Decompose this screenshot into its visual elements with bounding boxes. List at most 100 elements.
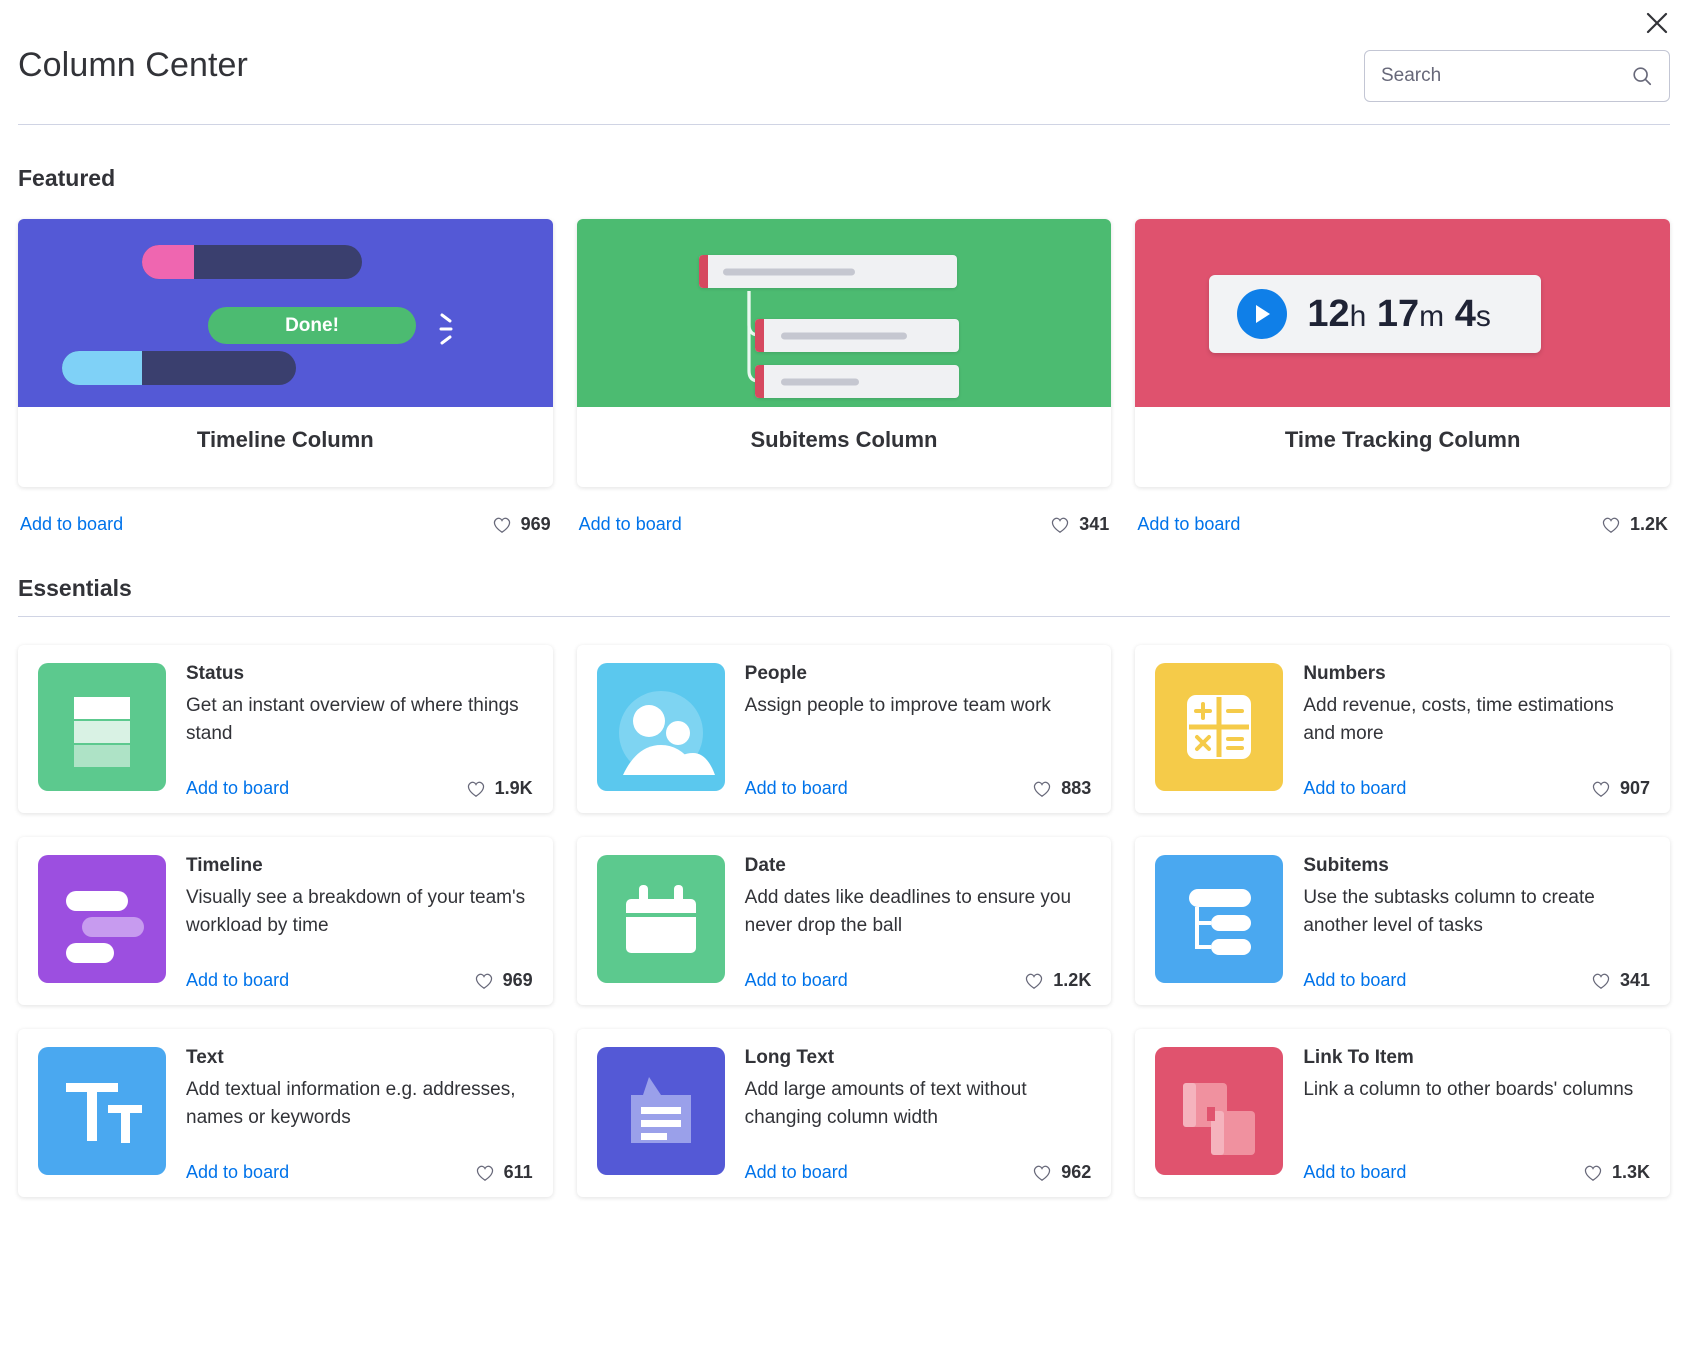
add-to-board-link[interactable]: Add to board	[186, 778, 289, 799]
essential-card-people[interactable]: People Assign people to improve team wor…	[577, 645, 1112, 813]
essential-card-body: Status Get an instant overview of where …	[186, 663, 533, 799]
essential-card-body: Timeline Visually see a breakdown of you…	[186, 855, 533, 991]
add-to-board-link[interactable]: Add to board	[1137, 514, 1240, 535]
essential-card-numbers[interactable]: Numbers Add revenue, costs, time estimat…	[1135, 645, 1670, 813]
page-title: Column Center	[18, 46, 248, 85]
add-to-board-link[interactable]: Add to board	[745, 778, 848, 799]
play-button-icon	[1237, 289, 1287, 339]
essential-card-title: Long Text	[745, 1047, 1092, 1070]
like-counter[interactable]: 1.2K	[1601, 514, 1668, 535]
like-count: 611	[504, 1162, 533, 1183]
essential-card-date[interactable]: Date Add dates like deadlines to ensure …	[577, 837, 1112, 1005]
heart-icon	[1032, 780, 1052, 798]
people-glyph	[597, 663, 725, 791]
featured-grid: Done! Timeline Column Add	[18, 219, 1670, 535]
column-center-modal: Column Center Featured	[0, 0, 1688, 1364]
essential-card-description: Visually see a breakdown of your team's …	[186, 884, 533, 968]
search-input[interactable]	[1381, 65, 1631, 87]
heart-icon	[1591, 780, 1611, 798]
like-count: 341	[1620, 970, 1650, 991]
timeline-icon	[38, 855, 166, 983]
essentials-section: Essentials Status Get an instant overvie…	[18, 575, 1670, 1197]
heart-icon	[1024, 972, 1044, 990]
essential-card-status[interactable]: Status Get an instant overview of where …	[18, 645, 553, 813]
like-count: 1.9K	[495, 778, 533, 799]
add-to-board-link[interactable]: Add to board	[1303, 1162, 1406, 1183]
like-counter[interactable]: 962	[1032, 1162, 1091, 1183]
essential-card-footer: Add to board 341	[1303, 970, 1650, 991]
add-to-board-link[interactable]: Add to board	[1303, 778, 1406, 799]
like-counter[interactable]: 883	[1032, 778, 1091, 799]
like-counter[interactable]: 341	[1050, 514, 1109, 535]
add-to-board-link[interactable]: Add to board	[186, 1162, 289, 1183]
essential-card-description: Add revenue, costs, time estimations and…	[1303, 692, 1650, 776]
featured-card-title: Subitems Column	[577, 407, 1112, 487]
featured-card-footer: Add to board 969	[18, 514, 553, 535]
like-counter[interactable]: 1.9K	[466, 778, 533, 799]
like-counter[interactable]: 1.3K	[1583, 1162, 1650, 1183]
essential-card-title: Numbers	[1303, 663, 1650, 686]
featured-card-subitems[interactable]: Subitems Column Add to board 341	[577, 219, 1112, 535]
add-to-board-link[interactable]: Add to board	[1303, 970, 1406, 991]
featured-card-body[interactable]: 12h 17m 4s Time Tracking Column	[1135, 219, 1670, 487]
text-glyph	[38, 1047, 166, 1175]
essential-card-footer: Add to board 969	[186, 970, 533, 991]
calculator-icon	[1155, 663, 1283, 791]
search-box[interactable]	[1364, 50, 1670, 102]
essential-card-body: Link To Item Link a column to other boar…	[1303, 1047, 1650, 1183]
essential-card-subitems[interactable]: Subitems Use the subtasks column to crea…	[1135, 837, 1670, 1005]
essential-card-body: Long Text Add large amounts of text with…	[745, 1047, 1092, 1183]
featured-card-timeline[interactable]: Done! Timeline Column Add	[18, 219, 553, 535]
like-counter[interactable]: 969	[492, 514, 551, 535]
essential-card-description: Add dates like deadlines to ensure you n…	[745, 884, 1092, 968]
essential-card-timeline[interactable]: Timeline Visually see a breakdown of you…	[18, 837, 553, 1005]
close-icon	[1644, 10, 1670, 36]
essential-card-footer: Add to board 907	[1303, 778, 1650, 799]
essential-card-link-to-item[interactable]: Link To Item Link a column to other boar…	[1135, 1029, 1670, 1197]
subitems-glyph	[1155, 855, 1283, 983]
heart-icon	[1591, 972, 1611, 990]
close-button[interactable]	[1640, 6, 1674, 40]
modal-header: Column Center	[18, 0, 1670, 125]
time-tracker-widget: 12h 17m 4s	[1209, 275, 1541, 353]
essential-card-title: Link To Item	[1303, 1047, 1650, 1070]
featured-card-title: Time Tracking Column	[1135, 407, 1670, 487]
featured-card-body[interactable]: Subitems Column	[577, 219, 1112, 487]
people-icon	[597, 663, 725, 791]
add-to-board-link[interactable]: Add to board	[745, 970, 848, 991]
minutes-unit: m	[1419, 300, 1444, 333]
seconds-value: 4	[1455, 293, 1476, 335]
like-counter[interactable]: 969	[474, 970, 533, 991]
time-tracking-illustration: 12h 17m 4s	[1135, 219, 1670, 407]
like-count: 341	[1079, 514, 1109, 535]
essential-card-footer: Add to board 1.2K	[745, 970, 1092, 991]
add-to-board-link[interactable]: Add to board	[745, 1162, 848, 1183]
essential-card-description: Get an instant overview of where things …	[186, 692, 533, 776]
essential-card-footer: Add to board 1.9K	[186, 778, 533, 799]
calculator-glyph	[1155, 663, 1283, 791]
essential-card-description: Assign people to improve team work	[745, 692, 1092, 776]
essential-card-long-text[interactable]: Long Text Add large amounts of text with…	[577, 1029, 1112, 1197]
like-counter[interactable]: 1.2K	[1024, 970, 1091, 991]
done-badge-label: Done!	[285, 315, 339, 337]
add-to-board-link[interactable]: Add to board	[579, 514, 682, 535]
featured-card-body[interactable]: Done! Timeline Column	[18, 219, 553, 487]
subitems-icon	[1155, 855, 1283, 983]
add-to-board-link[interactable]: Add to board	[20, 514, 123, 535]
essential-card-description: Add textual information e.g. addresses, …	[186, 1076, 533, 1160]
essential-card-text[interactable]: Text Add textual information e.g. addres…	[18, 1029, 553, 1197]
status-icon	[38, 663, 166, 791]
heart-icon	[466, 780, 486, 798]
featured-card-footer: Add to board 1.2K	[1135, 514, 1670, 535]
hours-value: 12	[1307, 293, 1349, 335]
like-counter[interactable]: 907	[1591, 778, 1650, 799]
essential-card-footer: Add to board 611	[186, 1162, 533, 1183]
like-counter[interactable]: 341	[1591, 970, 1650, 991]
add-to-board-link[interactable]: Add to board	[186, 970, 289, 991]
like-counter[interactable]: 611	[475, 1162, 533, 1183]
text-icon	[38, 1047, 166, 1175]
featured-section-title: Featured	[18, 165, 1670, 192]
long-text-icon	[597, 1047, 725, 1175]
like-count: 969	[521, 514, 551, 535]
featured-card-time-tracking[interactable]: 12h 17m 4s Time Tracking Column Add to b…	[1135, 219, 1670, 535]
